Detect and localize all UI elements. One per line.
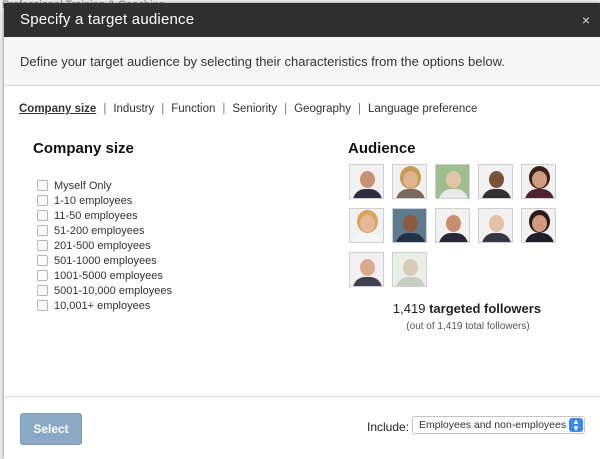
targeted-count: 1,419: [392, 301, 426, 316]
tab-language-preference[interactable]: Language preference: [367, 103, 478, 115]
dialog-title: Specify a target audience: [20, 11, 195, 28]
option-1001-5000[interactable]: 1001-5000 employees: [37, 268, 172, 283]
option-501-1000[interactable]: 501-1000 employees: [37, 253, 172, 268]
avatar: [392, 208, 427, 243]
tab-function[interactable]: Function: [170, 103, 216, 115]
checkbox[interactable]: [37, 180, 48, 191]
targeted-label: targeted followers: [429, 301, 542, 316]
avatar: [392, 164, 427, 199]
audience-avatar-grid: [349, 164, 569, 296]
select-button[interactable]: Select: [20, 413, 82, 445]
option-label: 10,001+ employees: [54, 299, 151, 312]
include-dropdown[interactable]: Employees and non-employees ▲ ▼: [412, 416, 585, 434]
option-label: 201-500 employees: [54, 239, 151, 252]
option-1-10[interactable]: 1-10 employees: [37, 193, 172, 208]
dialog-titlebar: Specify a target audience ×: [4, 3, 600, 37]
tab-geography[interactable]: Geography: [293, 103, 352, 115]
checkbox[interactable]: [37, 240, 48, 251]
option-label: 501-1000 employees: [54, 254, 157, 267]
avatar: [478, 208, 513, 243]
option-label: 51-200 employees: [54, 224, 145, 237]
criteria-tabs: Company size | Industry | Function | Sen…: [18, 100, 478, 118]
avatar: [478, 164, 513, 199]
checkbox[interactable]: [37, 255, 48, 266]
tab-separator: |: [103, 103, 107, 115]
checkbox[interactable]: [37, 300, 48, 311]
dialog-footer: Select Include: Employees and non-employ…: [4, 396, 600, 459]
chevron-up-down-icon: ▲ ▼: [569, 418, 583, 433]
tab-company-size[interactable]: Company size: [18, 103, 97, 115]
avatar: [521, 208, 556, 243]
tab-separator: |: [222, 103, 226, 115]
avatar: [435, 164, 470, 199]
checkbox[interactable]: [37, 195, 48, 206]
option-11-50[interactable]: 11-50 employees: [37, 208, 172, 223]
avatar: [349, 252, 384, 287]
tab-seniority[interactable]: Seniority: [231, 103, 278, 115]
avatar: [521, 164, 556, 199]
close-icon[interactable]: ×: [582, 12, 590, 28]
avatar: [349, 208, 384, 243]
option-label: 1001-5000 employees: [54, 269, 163, 282]
checkbox[interactable]: [37, 210, 48, 221]
option-myself-only[interactable]: Myself Only: [37, 178, 172, 193]
option-label: 11-50 employees: [54, 209, 138, 222]
avatar: [392, 252, 427, 287]
option-51-200[interactable]: 51-200 employees: [37, 223, 172, 238]
audience-heading: Audience: [348, 140, 416, 157]
company-size-heading: Company size: [33, 140, 134, 157]
include-label: Include:: [367, 420, 410, 434]
target-audience-dialog: Specify a target audience × Define your …: [4, 3, 600, 459]
dialog-description-band: Define your target audience by selecting…: [4, 37, 600, 86]
option-5001-10000[interactable]: 5001-10,000 employees: [37, 283, 172, 298]
targeted-followers: 1,419 targeted followers: [372, 301, 562, 316]
company-size-options: Myself Only 1-10 employees 11-50 employe…: [37, 178, 172, 313]
option-201-500[interactable]: 201-500 employees: [37, 238, 172, 253]
tab-separator: |: [358, 103, 362, 115]
tab-industry[interactable]: Industry: [112, 103, 155, 115]
option-label: 5001-10,000 employees: [54, 284, 173, 297]
tab-separator: |: [284, 103, 288, 115]
total-followers-note: (out of 1,419 total followers): [406, 321, 530, 332]
checkbox[interactable]: [37, 225, 48, 236]
option-10001-plus[interactable]: 10,001+ employees: [37, 298, 172, 313]
avatar: [435, 208, 470, 243]
checkbox[interactable]: [37, 270, 48, 281]
option-label: Myself Only: [54, 179, 112, 192]
tab-separator: |: [161, 103, 165, 115]
include-selected-value: Employees and non-employees: [419, 419, 567, 431]
checkbox[interactable]: [37, 285, 48, 296]
dialog-description: Define your target audience by selecting…: [20, 54, 505, 69]
option-label: 1-10 employees: [54, 194, 133, 207]
avatar: [349, 164, 384, 199]
